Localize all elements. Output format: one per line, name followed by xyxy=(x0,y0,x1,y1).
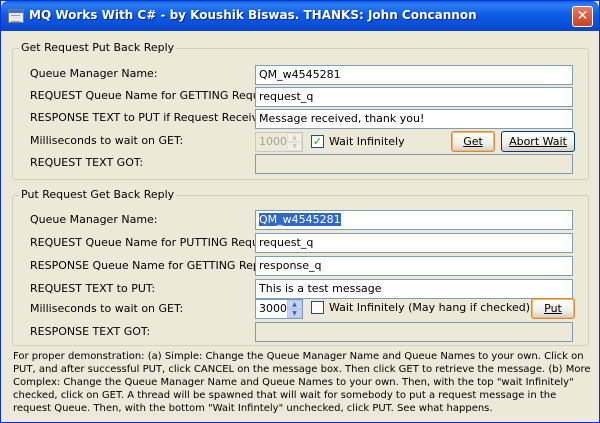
get-qm-field[interactable]: QM_w4545281 xyxy=(255,65,573,85)
arrow-down-icon[interactable]: ▼ xyxy=(287,142,302,151)
close-icon[interactable]: ✕ xyxy=(572,6,593,27)
put-req-text-field[interactable]: This is a test message xyxy=(255,279,573,299)
put-resp-queue-field[interactable]: response_q xyxy=(255,256,573,276)
check-icon: ✓ xyxy=(312,135,323,148)
main-window: MQ Works With C# - by Koushik Biswas. TH… xyxy=(0,0,600,423)
get-req-queue-label: REQUEST Queue Name for GETTING Request: xyxy=(30,89,281,102)
get-req-queue-field[interactable]: request_q xyxy=(255,87,573,107)
put-wait-infinite-checkbox[interactable] xyxy=(311,301,324,314)
put-got-field[interactable] xyxy=(255,322,573,342)
window-app-icon[interactable] xyxy=(8,9,24,23)
put-wait-spin-buttons: ▲ ▼ xyxy=(287,300,302,318)
put-wait-infinite-label[interactable]: Wait Infinitely (May hang if checked) xyxy=(329,301,530,314)
put-req-queue-field[interactable]: request_q xyxy=(255,233,573,253)
put-qm-field[interactable]: QM_w4545281 xyxy=(255,210,573,230)
put-req-text-label: REQUEST TEXT to PUT: xyxy=(30,282,156,295)
put-qm-label: Queue Manager Name: xyxy=(30,213,158,226)
get-got-label: REQUEST TEXT GOT: xyxy=(30,156,144,169)
get-wait-label: Milliseconds to wait on GET: xyxy=(30,134,184,147)
get-wait-infinite-label[interactable]: Wait Infinitely xyxy=(329,135,405,148)
arrow-up-icon[interactable]: ▲ xyxy=(287,300,302,309)
window-title: MQ Works With C# - by Koushik Biswas. TH… xyxy=(29,8,477,22)
get-got-field[interactable] xyxy=(255,154,573,174)
get-group-legend: Get Request Put Back Reply xyxy=(19,41,177,54)
put-got-label: RESPONSE TEXT GOT: xyxy=(30,325,151,338)
put-qm-selected-text: QM_w4545281 xyxy=(259,213,341,226)
get-wait-spin-buttons: ▲ ▼ xyxy=(287,133,302,151)
arrow-up-icon[interactable]: ▲ xyxy=(287,133,302,142)
get-qm-label: Queue Manager Name: xyxy=(30,67,158,80)
put-group-legend: Put Request Get Back Reply xyxy=(19,188,177,201)
put-req-queue-label: REQUEST Queue Name for PUTTING Request: xyxy=(30,236,280,249)
get-resp-text-label: RESPONSE TEXT to PUT if Request Received… xyxy=(30,111,276,124)
abort-wait-button[interactable]: Abort Wait xyxy=(501,131,575,152)
put-resp-queue-label: RESPONSE Queue Name for GETTING Reply: xyxy=(30,259,273,272)
put-wait-value: 3000 xyxy=(259,302,287,315)
arrow-down-icon[interactable]: ▼ xyxy=(287,309,302,318)
get-wait-infinite-checkbox[interactable]: ✓ xyxy=(311,135,324,148)
get-button[interactable]: Get xyxy=(451,131,495,152)
instructions-text: For proper demonstration: (a) Simple: Ch… xyxy=(13,351,591,414)
get-wait-stepper[interactable]: 10000 ▲ ▼ xyxy=(255,132,303,152)
put-wait-label: Milliseconds to wait on GET: xyxy=(30,302,184,315)
get-resp-text-field[interactable]: Message received, thank you! xyxy=(255,109,573,129)
put-wait-stepper[interactable]: 3000 ▲ ▼ xyxy=(255,299,303,319)
put-button[interactable]: Put xyxy=(531,298,575,319)
title-bar[interactable]: MQ Works With C# - by Koushik Biswas. TH… xyxy=(1,1,599,31)
